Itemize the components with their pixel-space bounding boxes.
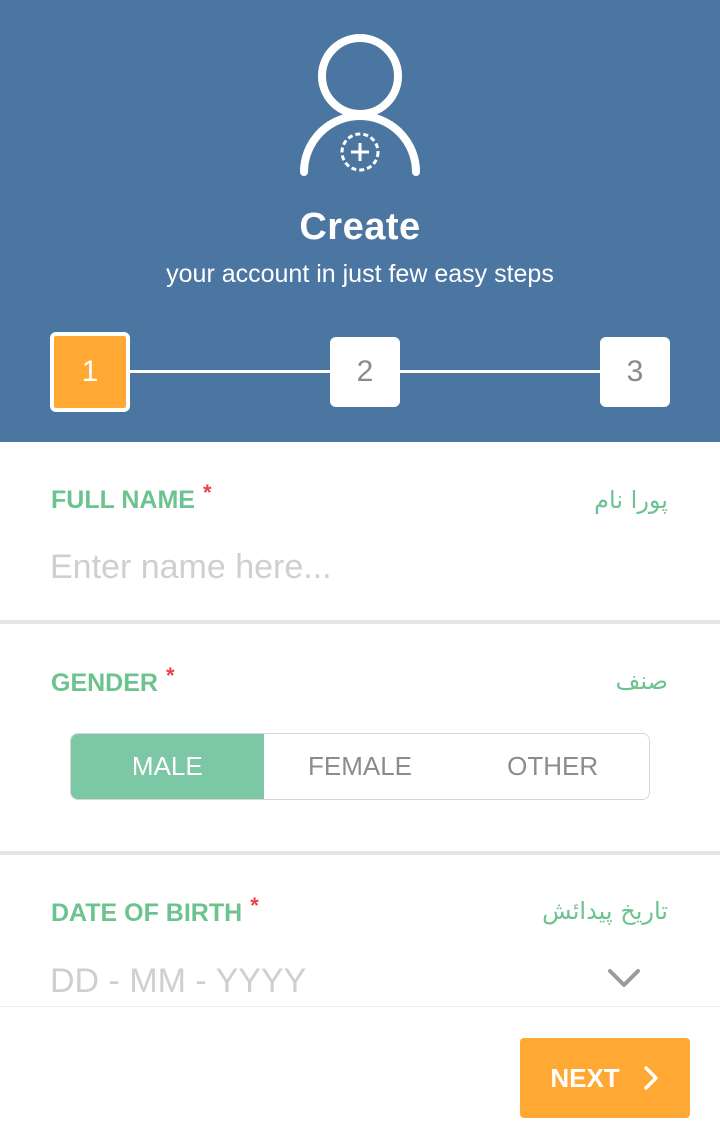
required-mark: *	[250, 893, 259, 918]
step-1[interactable]: 1	[50, 332, 130, 412]
dob-label: DATE OF BIRTH *	[51, 893, 259, 928]
section-divider	[0, 620, 720, 624]
full-name-label-text: FULL NAME	[51, 486, 195, 514]
next-button[interactable]: NEXT	[520, 1038, 690, 1118]
gender-label: GENDER *	[51, 663, 175, 698]
add-user-icon	[300, 34, 420, 176]
page-title: Create	[299, 206, 421, 248]
gender-urdu-label: صنف	[615, 667, 668, 695]
dob-urdu-label: تاریخ پیدائش	[542, 897, 668, 925]
section-divider	[0, 851, 720, 855]
chevron-down-icon[interactable]	[606, 964, 642, 992]
dob-field[interactable]: DD - MM - YYYY	[50, 962, 306, 1001]
step-2[interactable]: 2	[330, 337, 400, 407]
chevron-right-icon	[643, 1066, 658, 1090]
full-name-input[interactable]	[50, 544, 650, 590]
gender-label-text: GENDER	[51, 669, 158, 697]
footer-divider	[0, 1006, 720, 1007]
step-3[interactable]: 3	[600, 337, 670, 407]
page-subtitle: your account in just few easy steps	[166, 260, 554, 288]
full-name-label: FULL NAME *	[51, 480, 212, 515]
gender-option-other[interactable]: OTHER	[456, 734, 649, 799]
header: Create your account in just few easy ste…	[0, 0, 720, 442]
required-mark: *	[165, 663, 175, 688]
full-name-urdu-label: پورا نام	[594, 486, 668, 514]
gender-selector: MALE FEMALE OTHER	[70, 733, 650, 800]
gender-option-male[interactable]: MALE	[71, 734, 264, 799]
next-button-label: NEXT	[550, 1062, 620, 1093]
required-mark: *	[202, 480, 212, 505]
gender-option-female[interactable]: FEMALE	[263, 734, 457, 799]
dob-label-text: DATE OF BIRTH	[51, 899, 243, 927]
